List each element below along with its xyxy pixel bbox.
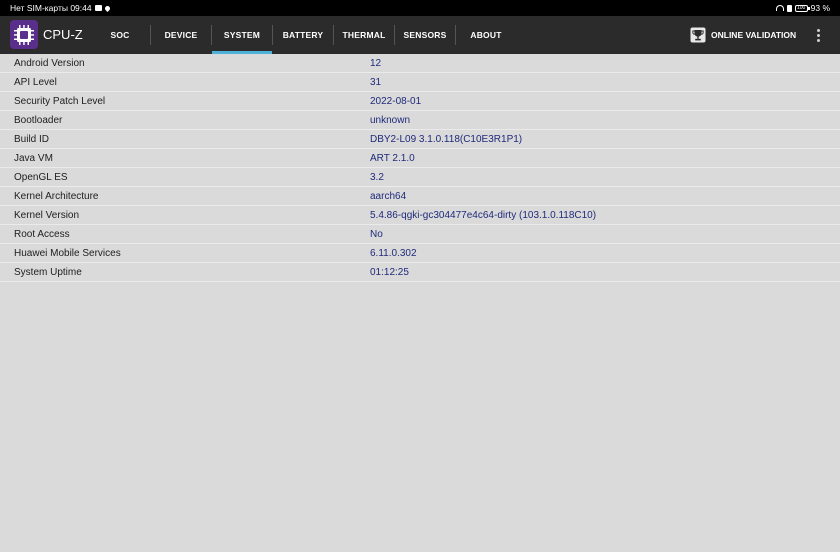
carrier-time-text: Нет SIM-карты 09:44 xyxy=(10,3,92,13)
online-validation-button[interactable]: ONLINE VALIDATION xyxy=(690,26,796,44)
table-row: Bootloader unknown xyxy=(0,111,840,130)
row-label: Security Patch Level xyxy=(14,96,106,107)
row-label: Build ID xyxy=(14,134,50,145)
table-row: Kernel Architecture aarch64 xyxy=(0,187,840,206)
trophy-icon xyxy=(690,27,706,43)
row-value: 6.11.0.302 xyxy=(370,248,417,259)
row-label: Android Version xyxy=(14,58,85,69)
table-row: Build ID DBY2-L09 3.1.0.118(C10E3R1P1) xyxy=(0,130,840,149)
table-row: Root Access No xyxy=(0,225,840,244)
message-icon xyxy=(94,5,102,11)
row-label: Java VM xyxy=(14,153,53,164)
battery-icon: 100 xyxy=(794,4,810,12)
wifi-icon xyxy=(775,5,784,11)
status-bar: Нет SIM-карты 09:44 100 93 % xyxy=(0,0,840,16)
row-value: 2022-08-01 xyxy=(370,96,422,107)
table-row: Huawei Mobile Services 6.11.0.302 xyxy=(0,244,840,263)
row-label: Root Access xyxy=(14,229,70,240)
table-row: API Level 31 xyxy=(0,73,840,92)
status-bar-right: 100 93 % xyxy=(775,3,830,13)
row-value: ART 2.1.0 xyxy=(370,153,415,164)
row-label: System Uptime xyxy=(14,267,82,278)
tab-system[interactable]: SYSTEM xyxy=(212,16,272,54)
row-label: Kernel Version xyxy=(14,210,80,221)
tab-sensors[interactable]: SENSORS xyxy=(395,16,455,54)
row-value: aarch64 xyxy=(370,191,407,202)
table-row: Java VM ART 2.1.0 xyxy=(0,149,840,168)
row-value: unknown xyxy=(370,115,411,126)
row-value: 12 xyxy=(370,58,382,69)
row-value: No xyxy=(370,229,383,240)
row-value: 3.2 xyxy=(370,172,384,183)
status-bar-left: Нет SIM-карты 09:44 xyxy=(10,3,111,13)
overflow-menu-icon[interactable] xyxy=(812,27,824,43)
tab-device[interactable]: DEVICE xyxy=(151,16,211,54)
battery-percent-text: 93 % xyxy=(810,3,830,13)
location-icon xyxy=(103,4,111,12)
bluetooth-icon xyxy=(786,4,792,12)
online-validation-label: ONLINE VALIDATION xyxy=(711,30,797,40)
row-label: Bootloader xyxy=(14,115,63,126)
row-label: Huawei Mobile Services xyxy=(14,248,121,259)
app-title: CPU-Z xyxy=(43,27,83,42)
table-row: OpenGL ES 3.2 xyxy=(0,168,840,187)
table-row: System Uptime 01:12:25 xyxy=(0,263,840,282)
row-value: DBY2-L09 3.1.0.118(C10E3R1P1) xyxy=(370,134,523,145)
row-label: API Level xyxy=(14,77,57,88)
tab-thermal[interactable]: THERMAL xyxy=(334,16,394,54)
row-value: 01:12:25 xyxy=(370,267,409,278)
battery-level-text: 100 xyxy=(796,4,806,11)
table-row: Kernel Version 5.4.86-qgki-gc304477e4c64… xyxy=(0,206,840,225)
tab-about[interactable]: ABOUT xyxy=(456,16,516,54)
tab-soc[interactable]: SOC xyxy=(90,16,150,54)
row-label: Kernel Architecture xyxy=(14,191,99,202)
app-bar: CPU-Z SOC DEVICE SYSTEM BATTERY THERMAL … xyxy=(0,16,840,54)
row-value: 31 xyxy=(370,77,382,88)
tab-battery[interactable]: BATTERY xyxy=(273,16,333,54)
row-value: 5.4.86-qgki-gc304477e4c64-dirty (103.1.0… xyxy=(370,210,597,221)
table-row: Security Patch Level 2022-08-01 xyxy=(0,92,840,111)
cpu-z-logo-icon xyxy=(10,20,38,49)
system-info-table: Android Version 12 API Level 31 Security… xyxy=(0,54,840,282)
row-label: OpenGL ES xyxy=(14,172,68,183)
table-row: Android Version 12 xyxy=(0,54,840,73)
